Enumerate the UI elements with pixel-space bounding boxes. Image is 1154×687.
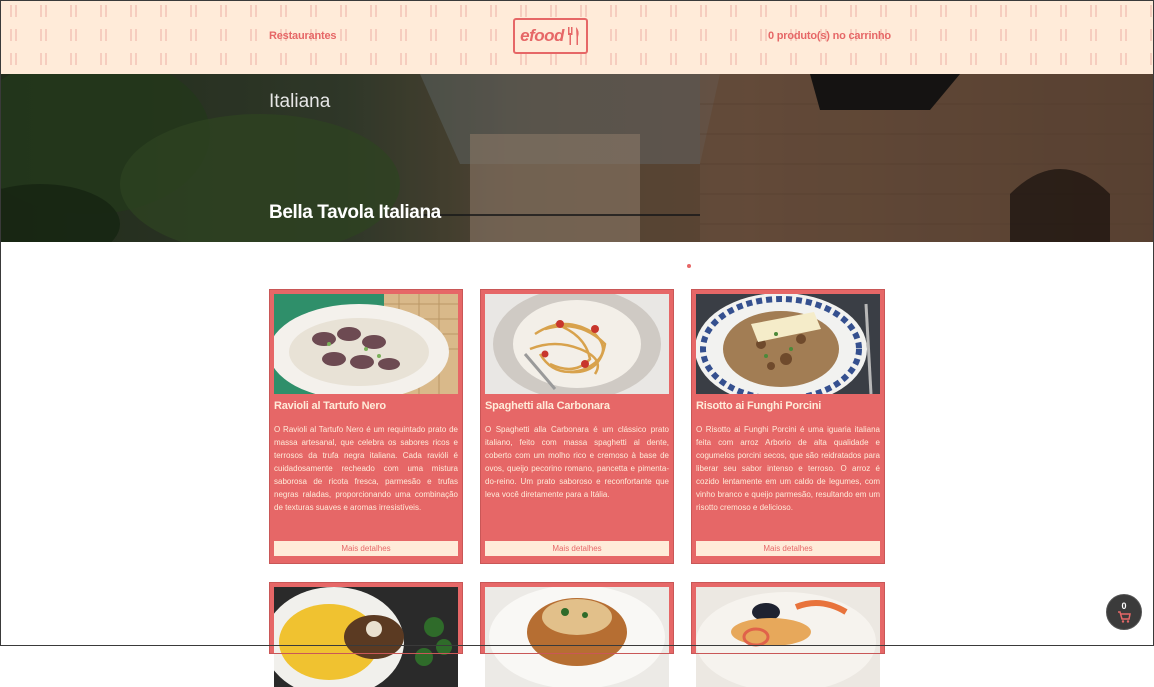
menu-card: Risotto ai Funghi Porcini O Risotto ai F… <box>691 289 885 564</box>
restaurant-type: Italiana <box>269 91 331 112</box>
details-button[interactable]: Mais detalhes <box>696 541 880 556</box>
floating-cart-button[interactable]: 0 <box>1106 594 1142 630</box>
cart-link[interactable]: 0 produto(s) no carrinho <box>768 30 891 42</box>
efood-logo[interactable]: efood <box>513 18 588 54</box>
details-button[interactable]: Mais detalhes <box>274 541 458 556</box>
indicator-dot <box>687 264 691 268</box>
risotto-image <box>696 294 880 394</box>
menu-card: Ravioli al Tartufo Nero O Ravioli al Tar… <box>269 289 463 564</box>
header: Restaurantes efood 0 produto(s) no carri… <box>0 0 1154 74</box>
menu-item-title: Risotto ai Funghi Porcini <box>696 400 822 412</box>
seafood-pasta-image <box>696 587 880 687</box>
menu-item-title: Spaghetti alla Carbonara <box>485 400 610 412</box>
logo-text: efood <box>520 26 564 45</box>
ravioli-image <box>274 294 458 394</box>
menu-item-description: O Risotto ai Funghi Porcini é uma iguari… <box>696 425 880 512</box>
menu-card <box>480 582 674 687</box>
restaurants-link[interactable]: Restaurantes <box>269 30 336 42</box>
ossobuco-image <box>274 587 458 687</box>
details-button[interactable]: Mais detalhes <box>485 541 669 556</box>
cart-count: 0 <box>1121 600 1127 611</box>
restaurant-title: Bella Tavola Italiana <box>269 202 441 223</box>
hero-background-image <box>0 74 1154 242</box>
spaghetti-image <box>485 294 669 394</box>
shopping-cart-icon <box>1118 610 1131 623</box>
lasagna-image <box>485 587 669 687</box>
menu-card <box>269 582 463 687</box>
menu-item-title: Ravioli al Tartufo Nero <box>274 400 386 412</box>
menu-item-description: O Spaghetti alla Carbonara é um clássico… <box>485 425 669 499</box>
fork-knife-icon <box>567 27 579 45</box>
menu-card <box>691 582 885 687</box>
menu-item-description: O Ravioli al Tartufo Nero é um requintad… <box>274 425 458 512</box>
restaurant-hero: Italiana Bella Tavola Italiana <box>0 74 1154 242</box>
menu-card: Spaghetti alla Carbonara O Spaghetti all… <box>480 289 674 564</box>
